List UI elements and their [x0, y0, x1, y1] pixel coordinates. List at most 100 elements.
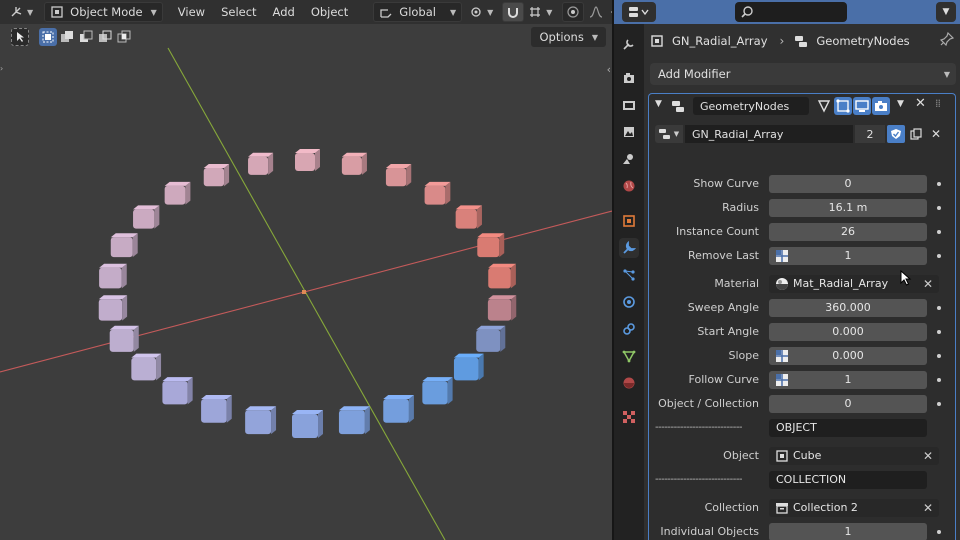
options-dropdown[interactable]: Options ▼ — [531, 27, 606, 47]
show-curve-field[interactable]: 0 — [769, 175, 927, 193]
instanced-cube[interactable] — [338, 406, 370, 435]
instanced-cube[interactable] — [487, 295, 517, 321]
instanced-cube[interactable] — [248, 152, 274, 175]
instanced-cube[interactable] — [162, 377, 193, 405]
clear-icon[interactable]: ✕ — [923, 499, 933, 517]
collapse-chevron-icon[interactable]: ▼ — [655, 99, 662, 109]
instanced-cube[interactable] — [203, 163, 230, 187]
instanced-cube[interactable] — [422, 377, 453, 405]
tab-scene[interactable] — [619, 149, 639, 169]
instanced-cube[interactable] — [201, 395, 232, 423]
sweep-angle-field[interactable]: 360.000 — [769, 299, 927, 317]
tab-material[interactable] — [619, 373, 639, 393]
instanced-cube[interactable] — [133, 205, 160, 229]
keyframe-dot-icon[interactable] — [937, 306, 941, 310]
tab-texture[interactable] — [619, 407, 639, 427]
collection-selector[interactable]: Collection 2 ✕ — [769, 499, 939, 517]
instanced-cube[interactable] — [110, 233, 138, 258]
select-mode-difference-button[interactable] — [96, 28, 114, 46]
duplicate-node-group-button[interactable] — [907, 125, 925, 143]
menu-object[interactable]: Object — [306, 2, 353, 22]
slope-field[interactable]: 0.000 — [769, 347, 927, 365]
add-modifier-button[interactable]: Add Modifier ▼ — [650, 63, 956, 85]
menu-add[interactable]: Add — [268, 2, 300, 22]
select-mode-extend-button[interactable] — [58, 28, 76, 46]
properties-options-button[interactable]: ▼ — [936, 2, 956, 22]
tab-tool[interactable] — [619, 34, 639, 54]
instanced-cube[interactable] — [488, 263, 516, 289]
instanced-cube[interactable] — [476, 325, 506, 352]
menu-select[interactable]: Select — [216, 2, 261, 22]
start-angle-field[interactable]: 0.000 — [769, 323, 927, 341]
instanced-cube[interactable] — [99, 263, 127, 289]
individual-objects-field[interactable]: 1 — [769, 523, 927, 540]
follow-curve-field[interactable]: 1 — [769, 371, 927, 389]
tab-view-layer[interactable] — [619, 122, 639, 142]
tab-output[interactable] — [619, 95, 639, 115]
separator-field-collection[interactable]: COLLECTION — [769, 471, 927, 489]
object-collection-field[interactable]: 0 — [769, 395, 927, 413]
tab-data[interactable] — [619, 346, 639, 366]
clear-icon[interactable]: ✕ — [923, 447, 933, 465]
properties-search-input[interactable] — [735, 2, 847, 22]
collapse-left-icon[interactable]: › — [0, 65, 4, 73]
keyframe-dot-icon[interactable] — [937, 330, 941, 334]
viewport-scene[interactable] — [0, 0, 612, 540]
tab-constraints[interactable] — [619, 319, 639, 339]
properties-editor-type-button[interactable] — [622, 2, 656, 22]
instanced-cube[interactable] — [385, 163, 412, 187]
node-group-user-count[interactable]: 2 — [855, 125, 885, 143]
tab-world[interactable] — [619, 176, 639, 196]
instanced-cube[interactable] — [245, 406, 277, 435]
proportional-edit-toggle[interactable] — [562, 2, 585, 22]
tab-particles[interactable] — [619, 265, 639, 285]
instanced-cube[interactable] — [295, 149, 320, 171]
tab-render[interactable] — [619, 68, 639, 88]
node-group-name-field[interactable]: GN_Radial_Array — [685, 125, 853, 143]
keyframe-dot-icon[interactable] — [937, 182, 941, 186]
instanced-cube[interactable] — [341, 152, 367, 175]
unlink-node-group-button[interactable]: ✕ — [927, 125, 945, 143]
modifier-menu-chevron-icon[interactable]: ▼ — [897, 99, 904, 109]
instanced-cube[interactable] — [453, 353, 484, 381]
tab-object[interactable] — [619, 211, 639, 231]
keyframe-dot-icon[interactable] — [937, 354, 941, 358]
keyframe-dot-icon[interactable] — [937, 206, 941, 210]
modifier-name-input[interactable]: GeometryNodes — [693, 97, 809, 115]
select-mode-intersect-button[interactable] — [115, 28, 133, 46]
viewport-display-toggle[interactable] — [853, 97, 871, 115]
collapse-right-icon[interactable]: ‹ — [607, 63, 611, 76]
remove-last-field[interactable]: 1 — [769, 247, 927, 265]
node-group-browse-button[interactable]: ▼ — [655, 125, 683, 143]
instanced-cube[interactable] — [98, 295, 128, 321]
instanced-cube[interactable] — [131, 353, 162, 381]
material-selector[interactable]: Mat_Radial_Array ✕ — [769, 275, 939, 293]
snap-toggle[interactable] — [502, 2, 525, 22]
select-mode-new-button[interactable] — [39, 28, 57, 46]
select-tool-button[interactable] — [11, 28, 29, 46]
keyframe-dot-icon[interactable] — [937, 254, 941, 258]
tab-modifiers[interactable] — [619, 238, 639, 258]
editor-type-button[interactable]: ▼ — [4, 2, 38, 22]
instance-count-field[interactable]: 26 — [769, 223, 927, 241]
select-mode-subtract-button[interactable] — [77, 28, 95, 46]
radius-field[interactable]: 16.1 m — [769, 199, 927, 217]
instanced-cube[interactable] — [109, 325, 139, 352]
instanced-cube[interactable] — [424, 181, 451, 205]
on-cage-toggle[interactable] — [834, 97, 852, 115]
instanced-cube[interactable] — [455, 205, 482, 229]
pin-icon[interactable] — [939, 31, 955, 49]
edit-mode-toggle[interactable] — [815, 97, 833, 115]
instanced-cube[interactable] — [292, 410, 323, 438]
keyframe-dot-icon[interactable] — [937, 402, 941, 406]
fake-user-toggle[interactable] — [887, 125, 905, 143]
transform-orientation-dropdown[interactable]: Global ▼ — [373, 2, 463, 22]
3d-viewport[interactable]: ▼ Object Mode ▼ View Select Add Object G… — [0, 0, 612, 540]
drag-handle-icon[interactable]: ⁞⁞ — [935, 97, 941, 110]
instanced-cube[interactable] — [477, 233, 505, 258]
render-toggle[interactable] — [872, 97, 890, 115]
snap-target-dropdown[interactable]: ▼ — [526, 2, 554, 22]
keyframe-dot-icon[interactable] — [937, 530, 941, 534]
menu-view[interactable]: View — [173, 2, 210, 22]
remove-modifier-icon[interactable]: ✕ — [915, 96, 926, 111]
